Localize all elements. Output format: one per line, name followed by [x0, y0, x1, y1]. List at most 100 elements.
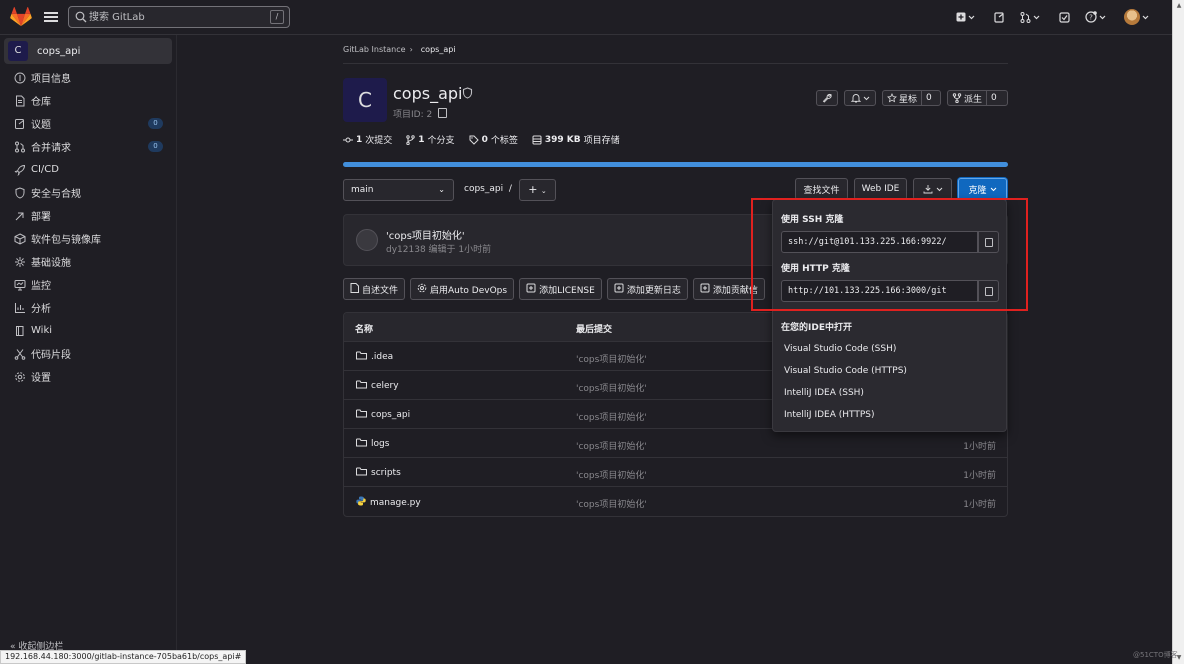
- sidebar-item-5[interactable]: CI/CD: [0, 158, 177, 181]
- python-file-icon: [356, 496, 366, 509]
- action-label: 自述文件: [362, 285, 399, 296]
- settings-wrench-button[interactable]: [816, 90, 838, 106]
- file-commit-message[interactable]: 'cops项目初始化': [576, 439, 647, 452]
- commit-author[interactable]: dy12138: [386, 245, 426, 255]
- header-name: 名称: [355, 325, 374, 335]
- open-in-ide-option[interactable]: IntelliJ IDEA (HTTPS): [784, 410, 875, 420]
- download-button[interactable]: [913, 178, 952, 200]
- folder-icon: [356, 380, 367, 392]
- sidebar-item-11[interactable]: 分析: [0, 296, 177, 319]
- divider: [773, 309, 1006, 310]
- top-bar: / ?: [0, 0, 1172, 35]
- header-last-commit: 最后提交: [576, 325, 613, 335]
- copy-http-url-button[interactable]: [978, 280, 999, 302]
- gitlab-logo-icon[interactable]: [10, 7, 32, 27]
- file-commit-message[interactable]: 'cops项目初始化': [576, 410, 647, 423]
- sidebar-item-8[interactable]: 软件包与镜像库: [0, 227, 177, 250]
- table-row: scripts 'cops项目初始化' 1小时前: [344, 458, 1007, 487]
- file-name-link[interactable]: logs: [356, 438, 389, 450]
- action-button-5[interactable]: 添加贡献信: [692, 278, 765, 300]
- ssh-url-field[interactable]: ssh://git@101.133.225.166:9922/: [781, 231, 978, 253]
- breadcrumb-current[interactable]: cops_api: [421, 45, 456, 54]
- find-file-button[interactable]: 查找文件: [795, 178, 848, 200]
- file-commit-time: 1小时前: [963, 471, 996, 481]
- issues-icon[interactable]: [994, 9, 1005, 25]
- action-label: 添加贡献信: [712, 285, 758, 296]
- commits-stat[interactable]: 1 次提交: [343, 133, 392, 146]
- cloud-icon: [14, 256, 26, 268]
- commit-message[interactable]: 'cops项目初始化': [386, 227, 465, 242]
- notification-button[interactable]: [844, 90, 876, 106]
- open-in-ide-option[interactable]: Visual Studio Code (HTTPS): [784, 366, 907, 376]
- sidebar-item-label: 议题: [31, 120, 51, 131]
- commit-author-avatar[interactable]: [356, 229, 378, 251]
- storage-stat[interactable]: 399 KB 项目存储: [532, 133, 620, 146]
- repo-path-root[interactable]: cops_api: [464, 184, 503, 194]
- file-name-link[interactable]: celery: [356, 380, 399, 392]
- file-name-link[interactable]: .idea: [356, 351, 393, 363]
- clone-label: 克隆: [968, 185, 987, 196]
- open-in-ide-option[interactable]: Visual Studio Code (SSH): [784, 344, 896, 354]
- file-name-link[interactable]: scripts: [356, 467, 401, 479]
- scrollbar[interactable]: ▲ ▼: [1172, 0, 1184, 664]
- create-new-icon[interactable]: [956, 9, 975, 25]
- branch-name: main: [351, 185, 374, 195]
- copy-id-icon[interactable]: [438, 108, 447, 118]
- sidebar-project-header[interactable]: C cops_api: [4, 38, 172, 64]
- branches-stat[interactable]: 1 个分支: [406, 133, 455, 146]
- doc-icon: [14, 95, 26, 107]
- action-button-1[interactable]: 自述文件: [343, 278, 406, 300]
- action-button-3[interactable]: 添加LICENSE: [519, 278, 602, 300]
- sidebar-nav: 项目信息 仓库 议题 0 合并请求 0 CI/CD 安全与合规 部署 软件包与镜像库 基础设施 监控分…: [0, 66, 177, 388]
- file-name-link[interactable]: cops_api: [356, 409, 410, 421]
- web-ide-button[interactable]: Web IDE: [854, 178, 907, 200]
- file-commit-message[interactable]: 'cops项目初始化': [576, 497, 647, 510]
- file-commit-message[interactable]: 'cops项目初始化': [576, 468, 647, 481]
- sidebar-item-14[interactable]: 设置: [0, 365, 177, 388]
- open-in-ide-option[interactable]: IntelliJ IDEA (SSH): [784, 388, 864, 398]
- menu-hamburger-icon[interactable]: [44, 10, 58, 24]
- sidebar-item-4[interactable]: 合并请求 0: [0, 135, 177, 158]
- star-count[interactable]: 0: [921, 91, 936, 105]
- search-input[interactable]: [89, 8, 259, 26]
- branch-selector[interactable]: main ⌄: [343, 179, 454, 201]
- sidebar-item-3[interactable]: 议题 0: [0, 112, 177, 135]
- copy-ssh-url-button[interactable]: [978, 231, 999, 253]
- fork-count[interactable]: 0: [986, 91, 1001, 105]
- file-commit-time: 1小时前: [963, 500, 996, 510]
- project-stats: 1 次提交 1 个分支 0 个标签 399 KB 项目存储: [343, 133, 620, 146]
- action-button-2[interactable]: 启用Auto DevOps: [410, 278, 515, 300]
- sidebar-item-10[interactable]: 监控: [0, 273, 177, 296]
- file-name-link[interactable]: manage.py: [356, 496, 421, 509]
- todo-icon[interactable]: [1059, 9, 1070, 25]
- help-icon[interactable]: ?: [1085, 9, 1106, 25]
- search-box[interactable]: /: [68, 6, 290, 28]
- sidebar-item-1[interactable]: 项目信息: [0, 66, 177, 89]
- star-button[interactable]: 星标 0: [882, 90, 941, 106]
- breadcrumb-root[interactable]: GitLab Instance: [343, 45, 406, 54]
- add-to-tree-button[interactable]: + ⌄: [519, 179, 556, 201]
- user-menu[interactable]: [1124, 9, 1149, 25]
- fork-button[interactable]: 派生 0: [947, 90, 1008, 106]
- sidebar-item-9[interactable]: 基础设施: [0, 250, 177, 273]
- rocket-icon: [14, 164, 26, 176]
- sidebar-item-7[interactable]: 部署: [0, 204, 177, 227]
- merge-requests-icon[interactable]: [1020, 9, 1040, 25]
- sidebar-item-2[interactable]: 仓库: [0, 89, 177, 112]
- bell-icon: [850, 94, 861, 103]
- scroll-up-arrow[interactable]: ▲: [1175, 2, 1183, 10]
- file-commit-message[interactable]: 'cops项目初始化': [576, 381, 647, 394]
- sidebar-item-label: 设置: [31, 373, 51, 384]
- sidebar-item-12[interactable]: Wiki: [0, 319, 177, 342]
- table-row: logs 'cops项目初始化' 1小时前: [344, 429, 1007, 458]
- tags-stat[interactable]: 0 个标签: [469, 133, 518, 146]
- sidebar-item-13[interactable]: 代码片段: [0, 342, 177, 365]
- sidebar-item-label: 合并请求: [31, 143, 71, 154]
- http-url-field[interactable]: http://101.133.225.166:3000/git: [781, 280, 978, 302]
- sidebar-item-6[interactable]: 安全与合规: [0, 181, 177, 204]
- action-button-4[interactable]: 添加更新日志: [606, 278, 688, 300]
- file-commit-message[interactable]: 'cops项目初始化': [576, 352, 647, 365]
- plus-square-icon: [700, 283, 710, 296]
- file-name: logs: [371, 439, 390, 449]
- clone-button[interactable]: 克隆: [958, 178, 1007, 200]
